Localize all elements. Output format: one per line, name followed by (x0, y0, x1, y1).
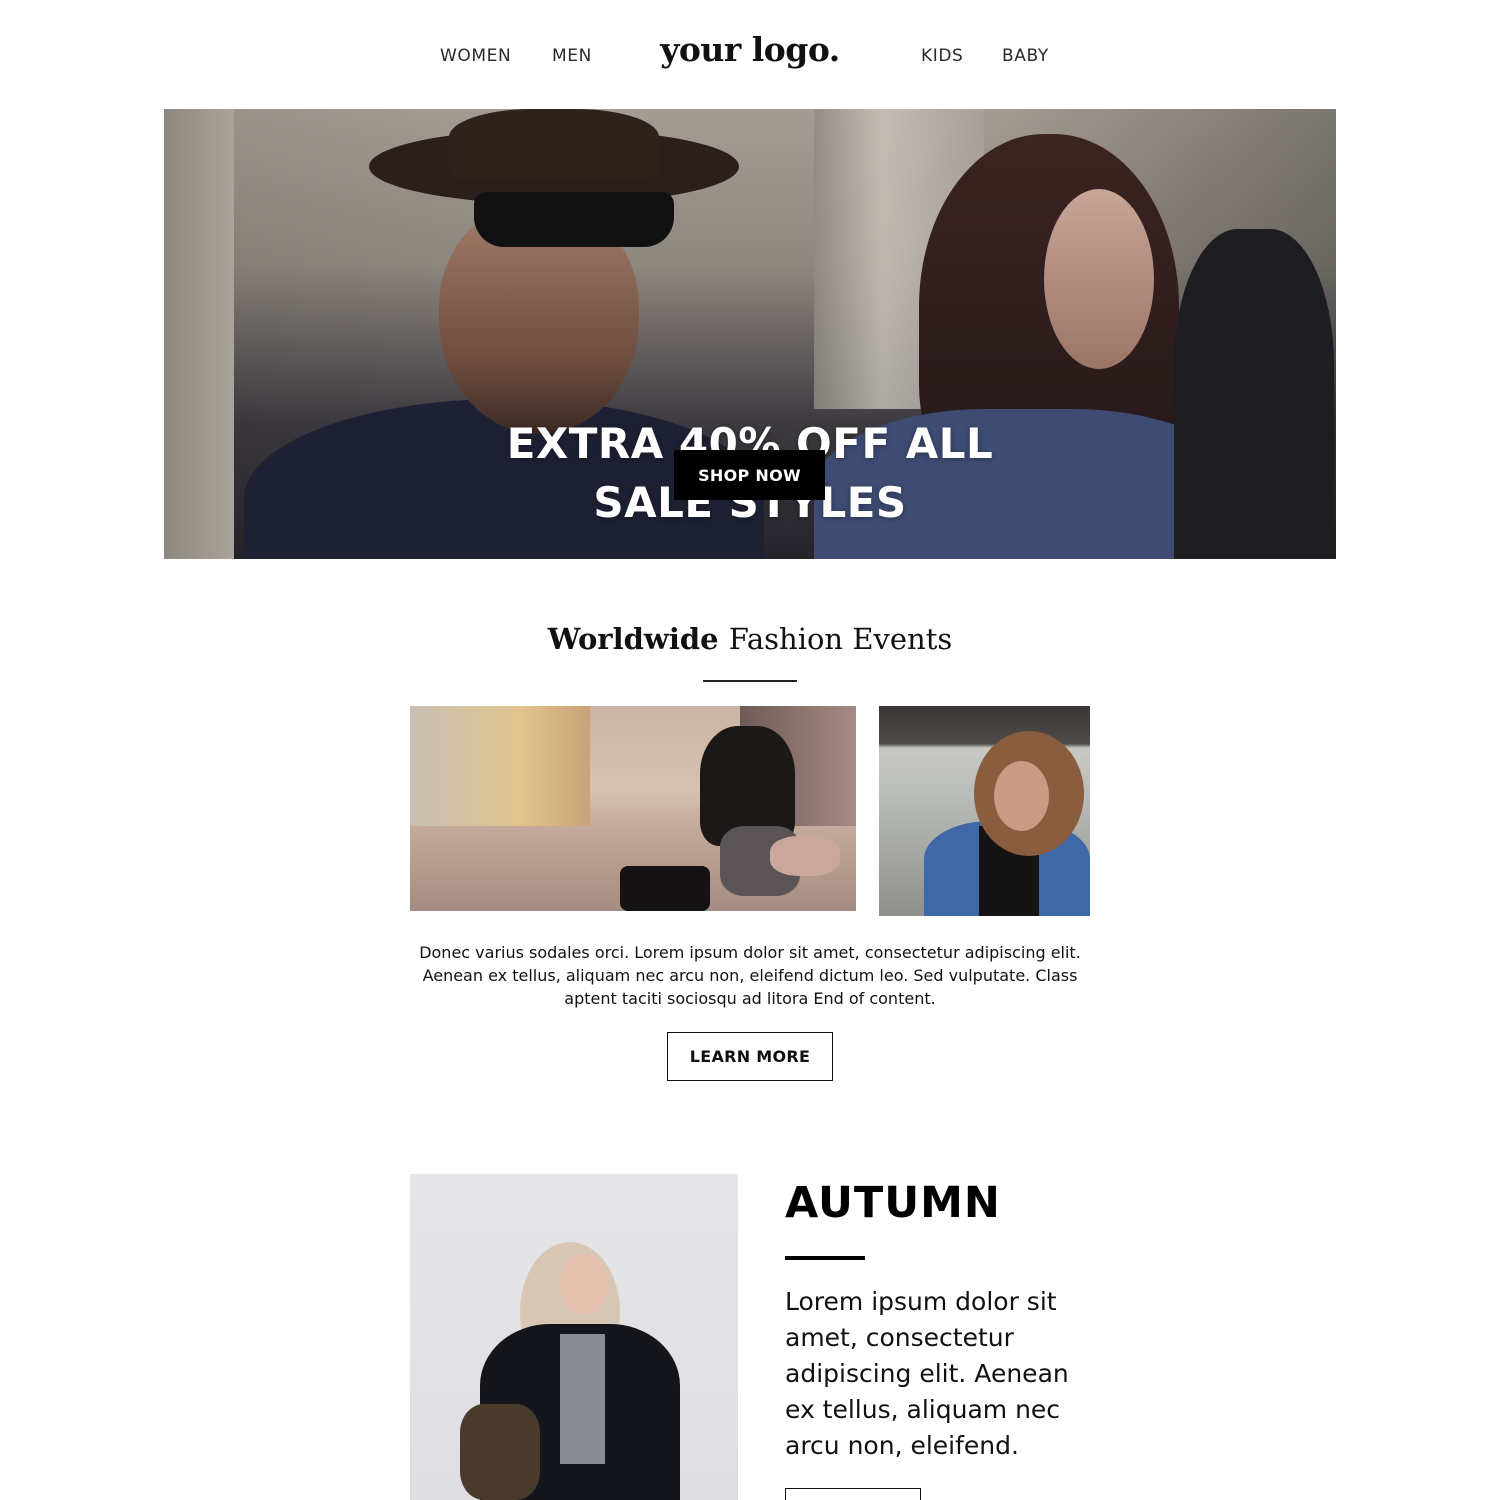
street-buildings (410, 706, 590, 836)
events-title: Worldwide Fashion Events (400, 622, 1100, 656)
events-photo-street (410, 706, 856, 911)
nav-link-baby[interactable]: BABY (1002, 46, 1049, 66)
hero-photo-sunglasses (474, 192, 674, 247)
site-logo[interactable]: your logo. (620, 30, 880, 69)
events-body-text: Donec varius sodales orci. Lorem ipsum d… (419, 943, 1081, 1008)
nav-link-women[interactable]: WOMEN (440, 46, 511, 66)
street-handbag (620, 866, 710, 911)
nav-link-kids[interactable]: KIDS (921, 46, 963, 66)
autumn-button[interactable] (785, 1488, 921, 1500)
events-title-bold: Worldwide (547, 622, 719, 656)
autumn-model-sweater (560, 1334, 605, 1464)
denim-face (994, 761, 1049, 831)
autumn-photo (410, 1174, 738, 1500)
events-title-light: Fashion Events (728, 622, 953, 656)
autumn-model-face (560, 1254, 608, 1314)
autumn-backpack (460, 1404, 540, 1500)
learn-more-button[interactable]: LEARN MORE (667, 1032, 833, 1081)
events-divider (703, 680, 797, 682)
autumn-divider (785, 1256, 865, 1260)
autumn-body-text: Lorem ipsum dolor sit amet, consectetur … (785, 1287, 1069, 1460)
shop-now-button[interactable]: SHOP NOW (674, 450, 825, 500)
hero-photo-hat-crown (449, 109, 659, 179)
events-photo-denim (879, 706, 1090, 916)
street-woman-legs (770, 836, 840, 876)
hero-photo-woman-face (1044, 189, 1154, 369)
autumn-title: AUTUMN (785, 1178, 1001, 1228)
nav-link-men[interactable]: MEN (552, 46, 592, 66)
